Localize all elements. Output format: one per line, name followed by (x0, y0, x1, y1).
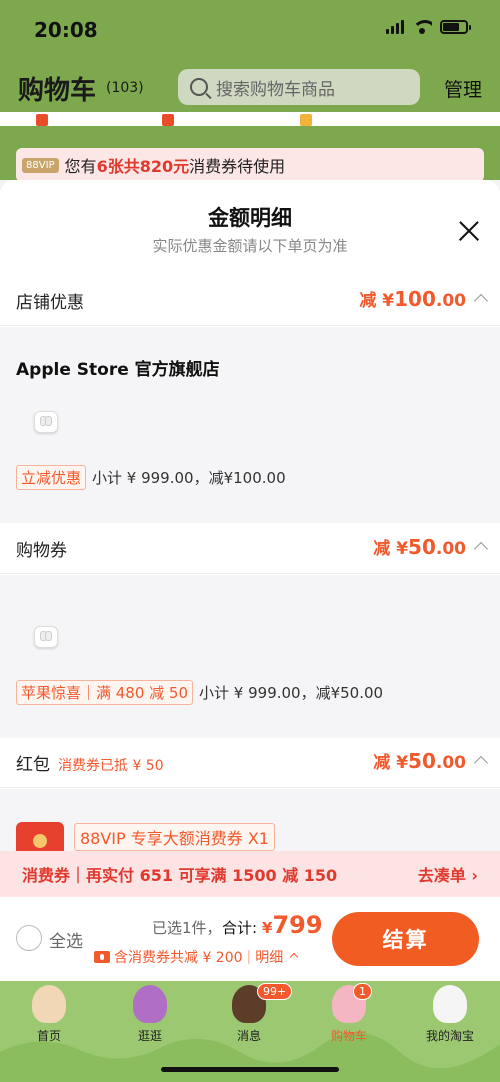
search-placeholder: 搜索购物车商品 (216, 79, 335, 100)
section-shopping-coupon[interactable]: 购物券 减 ¥50.00 (0, 524, 500, 574)
discount-amount: 减 ¥100.00 (359, 287, 466, 311)
red-packet-note: 消费券已抵 ¥ 50 (58, 758, 164, 774)
profile-icon (433, 985, 467, 1023)
tab-cart[interactable]: 1 购物车 (319, 983, 379, 1044)
section-store-discount[interactable]: 店铺优惠 减 ¥100.00 (0, 276, 500, 326)
discount-amount: 减 ¥50.00 (373, 535, 466, 559)
promo-line: 立减优惠 小计 ¥ 999.00，减¥100.00 (16, 465, 286, 490)
section-label: 红包 消费券已抵 ¥ 50 (16, 755, 164, 775)
page-title: 购物车 (18, 76, 97, 106)
manage-button[interactable]: 管理 (444, 75, 482, 102)
search-input[interactable]: 搜索购物车商品 (178, 69, 420, 105)
tab-label: 逛逛 (137, 1029, 162, 1043)
section-red-packet[interactable]: 红包 消费券已抵 ¥ 50 减 ¥50.00 (0, 738, 500, 788)
tab-home[interactable]: 首页 (19, 985, 79, 1044)
promo-desc: 小计 ¥ 999.00，减¥50.00 (199, 684, 384, 702)
tab-explore[interactable]: 逛逛 (120, 985, 180, 1044)
home-indicator (161, 1067, 339, 1072)
total-price: ¥799 (262, 911, 323, 939)
add-items-link[interactable]: 去凑单 › (418, 862, 478, 886)
tab-bar: 首页 逛逛 99+ 消息 1 购物车 我的淘宝 (0, 981, 500, 1082)
selected-count: 已选1件， (152, 919, 222, 937)
chevron-up-icon (290, 952, 299, 962)
total-label: 合计: (222, 919, 258, 937)
product-image (26, 402, 66, 442)
checkout-bar: 全选 已选1件， 合计: ¥799 含消费券共减 ¥ 200 | 明细 结算 (0, 897, 500, 981)
earbuds-icon (34, 411, 58, 433)
discount-amount: 减 ¥50.00 (373, 749, 466, 773)
section-label: 购物券 (16, 541, 67, 561)
vip-tag: 88VIP (22, 157, 59, 173)
store-discount-body: Apple Store 官方旗舰店 立减优惠 小计 ¥ 999.00，减¥100… (0, 327, 500, 523)
select-all-radio[interactable] (16, 925, 42, 951)
chevron-up-icon[interactable] (473, 541, 489, 557)
amount-detail-sheet: 金额明细 实际优惠金额请以下单页为准 店铺优惠 减 ¥100.00 Apple … (0, 180, 500, 855)
promo-tag: 立减优惠 (16, 465, 87, 490)
promo-line: 苹果惊喜｜满 480 减 50 小计 ¥ 999.00，减¥50.00 (16, 680, 383, 705)
sheet-title: 金额明细 (208, 206, 292, 230)
tab-label: 我的淘宝 (425, 1029, 474, 1043)
section-label: 店铺优惠 (16, 293, 84, 313)
wifi-icon (412, 20, 432, 34)
signal-icon (386, 20, 404, 34)
home-icon (32, 985, 66, 1023)
chevron-up-icon[interactable] (473, 755, 489, 771)
coupon-hint-text: 消费券｜再实付 651 可享满 1500 减 150 (22, 866, 338, 885)
coupon-savings-note[interactable]: 含消费券共减 ¥ 200 | 明细 (94, 947, 299, 967)
store-name: Apple Store 官方旗舰店 (16, 360, 220, 380)
detail-link[interactable]: 明细 (255, 947, 283, 967)
tab-label: 消息 (236, 1029, 261, 1043)
tab-profile[interactable]: 我的淘宝 (420, 985, 480, 1044)
promo-desc: 小计 ¥ 999.00，减¥100.00 (92, 469, 286, 487)
ticket-icon (94, 951, 110, 963)
status-bar: 20:08 (0, 0, 500, 58)
status-icons (386, 20, 471, 34)
coupon-body: 苹果惊喜｜满 480 减 50 小计 ¥ 999.00，减¥50.00 (0, 575, 500, 738)
checkout-button[interactable]: 结算 (332, 912, 479, 966)
vip-coupon-banner[interactable]: 88VIP 您有6张共820元消费券待使用 (16, 148, 484, 182)
search-icon (190, 78, 208, 96)
promo-tag: 苹果惊喜｜满 480 减 50 (16, 680, 194, 705)
tab-messages[interactable]: 99+ 消息 (219, 983, 293, 1044)
cart-badge: 1 (353, 983, 372, 1000)
earbuds-icon (34, 626, 58, 648)
status-time: 20:08 (34, 18, 98, 42)
select-all-label[interactable]: 全选 (49, 927, 83, 952)
filter-row-peek (0, 112, 500, 126)
tab-label: 首页 (36, 1029, 61, 1043)
product-image (26, 617, 66, 657)
sheet-subtitle: 实际优惠金额请以下单页为准 (152, 237, 348, 255)
coupon-hint-bar[interactable]: 消费券｜再实付 651 可享满 1500 减 150 去凑单 › (0, 851, 500, 897)
close-icon[interactable] (458, 220, 480, 242)
cart-count: (103) (106, 80, 144, 96)
explore-icon (133, 985, 167, 1023)
chevron-up-icon[interactable] (473, 293, 489, 309)
message-badge: 99+ (257, 983, 293, 1000)
vip-coupon-tag: 88VIP 专享大额消费券 X1 (74, 823, 275, 851)
tab-label: 购物车 (330, 1029, 367, 1043)
battery-icon (440, 20, 471, 34)
vip-banner-text: 您有6张共820元消费券待使用 (64, 157, 286, 176)
